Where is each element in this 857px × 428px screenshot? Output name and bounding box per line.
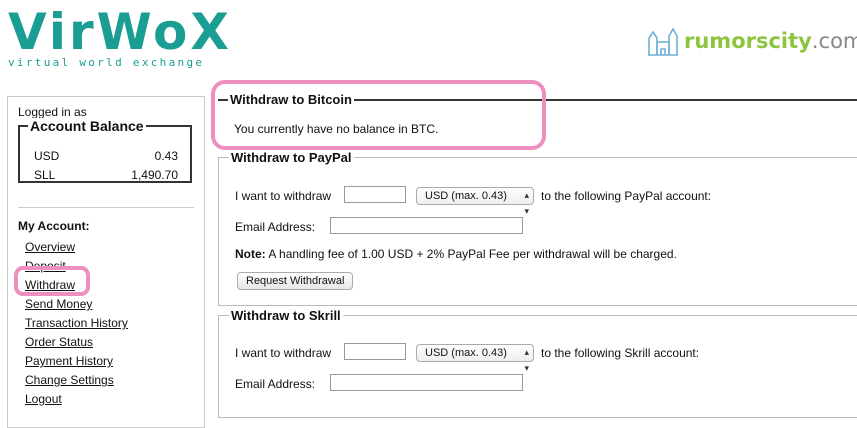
menu-link-change-settings[interactable]: Change Settings: [25, 371, 128, 390]
skrill-email-input[interactable]: [330, 374, 523, 391]
skrill-currency-value: USD (max. 0.43): [425, 347, 507, 359]
sidebar-divider: [18, 207, 194, 208]
paypal-email-input[interactable]: [330, 217, 523, 234]
logo-wordmark: VirWoX: [8, 3, 232, 61]
balance-amount: 1,490.70: [131, 168, 178, 182]
balance-amount: 0.43: [154, 149, 178, 163]
paypal-email-label: Email Address:: [235, 220, 316, 234]
skrill-withdraw-label: I want to withdraw: [235, 346, 332, 360]
balance-currency: SLL: [34, 168, 56, 182]
account-menu: Overview Deposit Withdraw Send Money Tra…: [25, 238, 128, 409]
virwox-logo[interactable]: VirWoX virtual world exchange: [8, 6, 232, 69]
logo-tagline: virtual world exchange: [8, 56, 205, 69]
paypal-withdraw-label: I want to withdraw: [235, 189, 332, 203]
logged-in-label: Logged in as: [18, 105, 87, 119]
balance-row-sll: SLL 1,490.70: [34, 168, 178, 182]
menu-link-send-money[interactable]: Send Money: [25, 295, 128, 314]
menu-link-transaction-history[interactable]: Transaction History: [25, 314, 128, 333]
select-arrows-icon: ▴ ▾: [524, 190, 529, 216]
account-sidebar: Logged in as Account Balance USD 0.43 SL…: [7, 96, 205, 428]
menu-link-order-status[interactable]: Order Status: [25, 333, 128, 352]
balance-row-usd: USD 0.43: [34, 149, 178, 163]
account-balance-title: Account Balance: [28, 118, 146, 134]
skrill-section-title: Withdraw to Skrill: [231, 308, 341, 323]
skrill-email-label: Email Address:: [235, 377, 316, 391]
note-label: Note:: [235, 247, 266, 261]
castle-icon: [648, 27, 678, 56]
account-balance-box: Account Balance USD 0.43 SLL 1,490.70: [18, 118, 192, 183]
rumorscity-watermark: rumorscity.com: [646, 26, 857, 56]
balance-currency: USD: [34, 149, 60, 163]
paypal-section-title: Withdraw to PayPal: [231, 150, 352, 165]
menu-link-overview[interactable]: Overview: [25, 238, 128, 257]
paypal-amount-input[interactable]: [344, 186, 406, 203]
watermark-text: rumorscity.com: [684, 29, 857, 53]
skrill-account-label: to the following Skrill account:: [541, 346, 700, 360]
request-withdrawal-button[interactable]: Request Withdrawal: [237, 272, 354, 290]
paypal-fee-note: Note: A handling fee of 1.00 USD + 2% Pa…: [235, 247, 677, 261]
select-arrows-icon: ▴ ▾: [524, 347, 529, 373]
menu-link-logout[interactable]: Logout: [25, 390, 128, 409]
paypal-currency-select[interactable]: USD (max. 0.43) ▴ ▾: [416, 187, 534, 216]
menu-link-payment-history[interactable]: Payment History: [25, 352, 128, 371]
my-account-heading: My Account:: [18, 219, 90, 233]
paypal-account-label: to the following PayPal account:: [541, 189, 712, 203]
skrill-withdraw-section: Withdraw to Skrill: [218, 308, 857, 418]
skrill-currency-select[interactable]: USD (max. 0.43) ▴ ▾: [416, 344, 534, 373]
bitcoin-highlight-annotation: [211, 80, 546, 150]
paypal-currency-value: USD (max. 0.43): [425, 190, 507, 202]
skrill-amount-input[interactable]: [344, 343, 406, 360]
note-text: A handling fee of 1.00 USD + 2% PayPal F…: [268, 247, 677, 261]
withdraw-highlight-annotation: [14, 266, 90, 296]
